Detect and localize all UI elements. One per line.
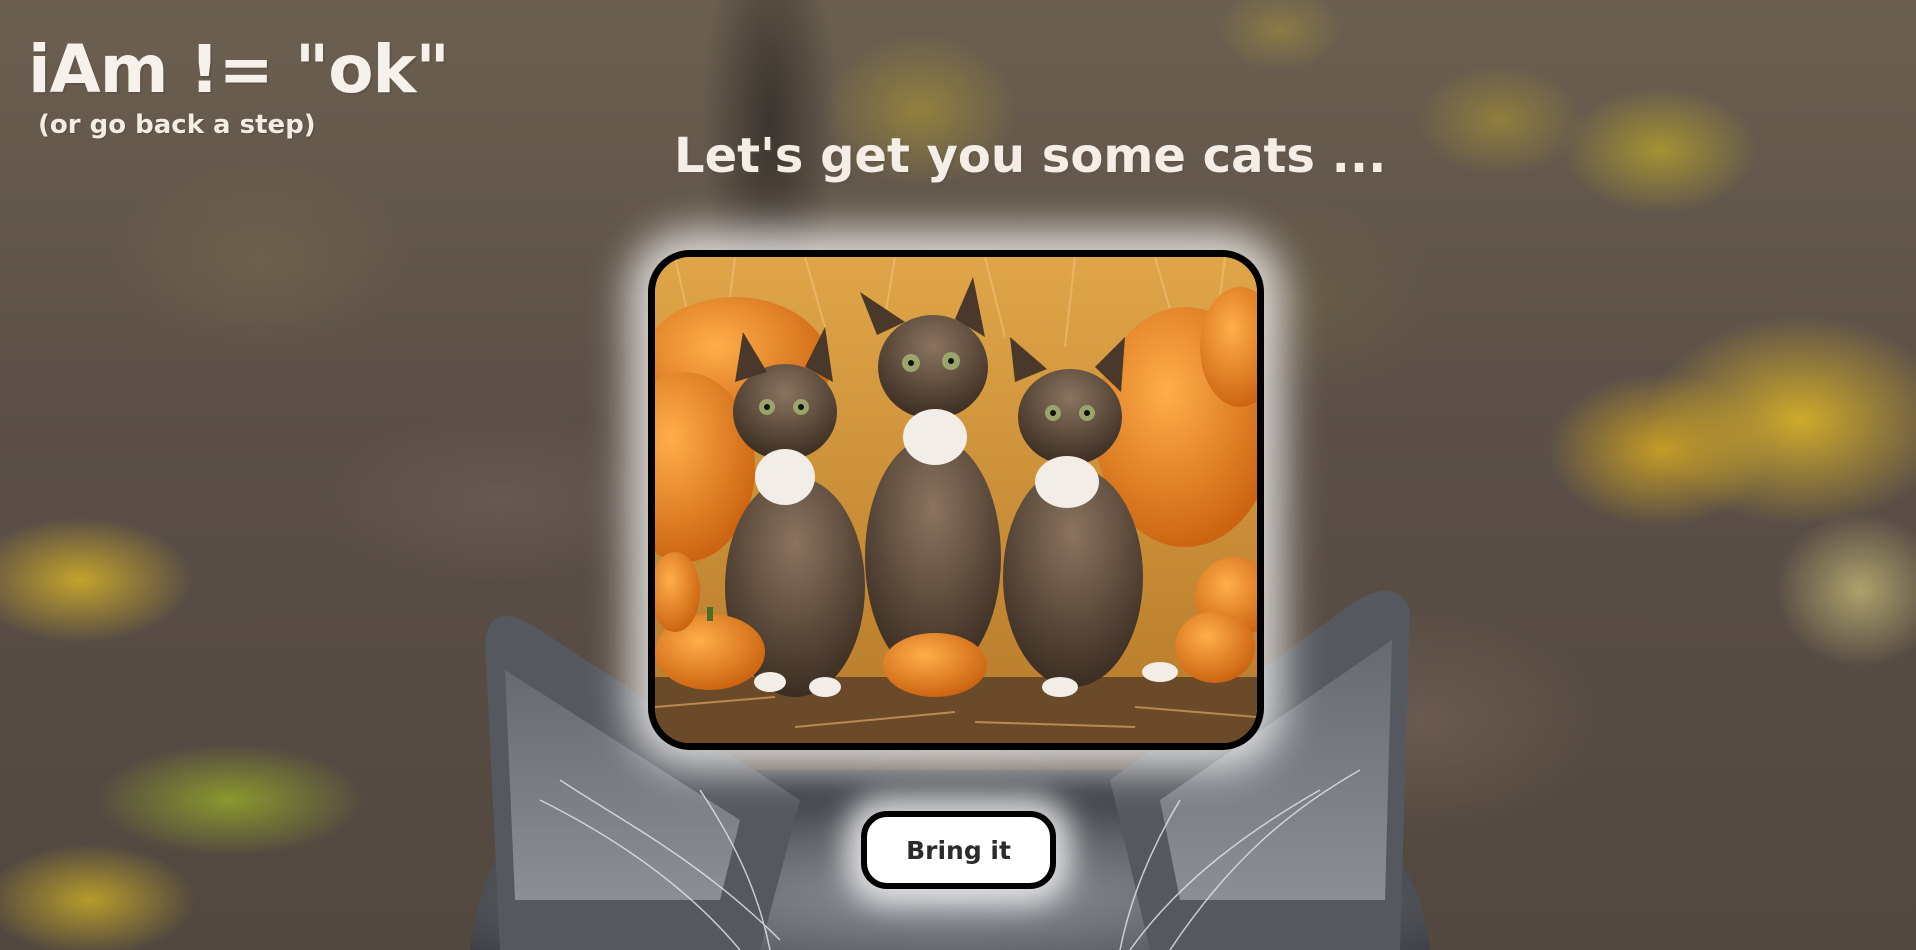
go-back-link[interactable]: (or go back a step) xyxy=(38,110,316,140)
cat-photo xyxy=(655,257,1257,743)
site-logo[interactable]: iAm != "ok" xyxy=(28,30,450,110)
bring-it-button[interactable]: Bring it xyxy=(861,811,1056,889)
page-headline: Let's get you some cats ... xyxy=(674,128,1387,184)
page: iAm != "ok" (or go back a step) Let's ge… xyxy=(0,0,1916,950)
cat-photo-frame xyxy=(648,250,1264,750)
